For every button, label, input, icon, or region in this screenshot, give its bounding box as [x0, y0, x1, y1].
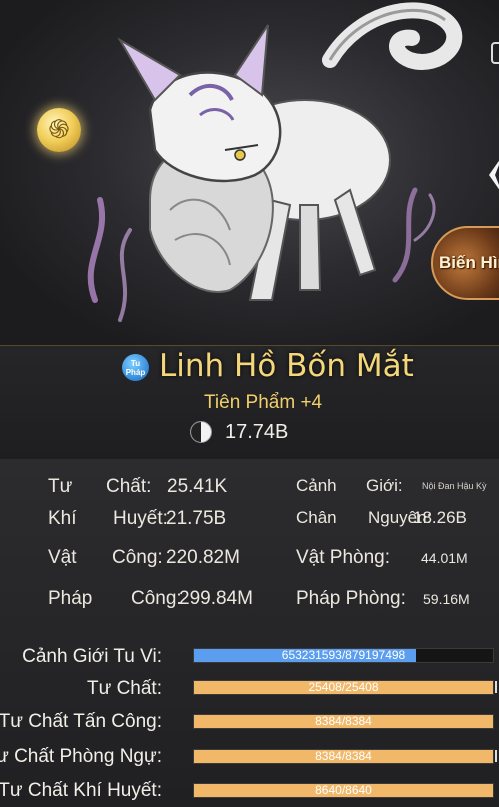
stat-khi-huyet-value: 21.75B [166, 508, 227, 529]
cultivation-type-badge: Tu Pháp [122, 354, 149, 381]
gold-coin-icon[interactable]: ֍ [37, 108, 81, 152]
stat-khi-huyet-label-b: Huyết: [113, 508, 168, 529]
stat-canh-gioi-value: Nội Đan Hậu Kỳ [422, 481, 487, 491]
stat-vat-cong-value: 220.82M [166, 547, 240, 568]
bar-label-cultivation: Cảnh Giới Tu Vi: [22, 646, 162, 667]
badge-line-1: Tu [130, 358, 141, 368]
progress-text: 8640/8640 [315, 783, 372, 797]
transform-button-label: Biến Hình [439, 253, 499, 272]
stat-tu-chat-label-b: Chất: [106, 476, 152, 497]
pet-grade: Tiên Phẩm +4 [204, 392, 323, 413]
bar-label-attack-aptitude: Tư Chất Tấn Công: [0, 711, 162, 732]
progress-bar-hp-aptitude: 8640/8640 [193, 783, 494, 798]
bar-end-cap [495, 681, 499, 693]
progress-text: 8384/8384 [315, 749, 372, 763]
stat-phap-cong-value: 299.84M [179, 588, 253, 609]
side-menu-icon[interactable] [491, 42, 499, 64]
yin-yang-icon [190, 421, 212, 443]
stat-vat-cong-label-a: Vật [48, 547, 77, 568]
stat-phap-cong-label-b: Công: [131, 588, 182, 609]
pet-name: Linh Hồ Bốn Mắt [159, 348, 414, 384]
stat-phap-cong-label-a: Pháp [48, 588, 93, 609]
stat-phap-phong-label: Pháp Phòng: [296, 588, 406, 609]
bar-end-cap [495, 750, 499, 762]
progress-text: 653231593/879197498 [281, 648, 406, 662]
bar-label-defense-aptitude: Tư Chất Phòng Ngự: [0, 746, 162, 767]
stat-tu-chat-value: 25.41K [167, 476, 228, 497]
stat-phap-phong-value: 59.16M [423, 591, 470, 607]
stat-canh-gioi-label-a: Cảnh [296, 476, 337, 495]
combat-power: 17.74B [225, 421, 289, 443]
stat-chan-nguyen-value: 18.26B [413, 508, 467, 527]
transform-button[interactable]: Biến Hình [431, 226, 499, 300]
bar-label-aptitude: Tư Chất: [86, 678, 162, 699]
progress-text: 8384/8384 [315, 714, 372, 728]
badge-line-2: Pháp [125, 367, 146, 377]
bar-label-hp-aptitude: Tư Chất Khí Huyết: [0, 780, 162, 801]
progress-bar-defense-aptitude: 8384/8384 [193, 749, 494, 764]
progress-bar-cultivation: 653231593/879197498 [193, 648, 494, 663]
stat-vat-cong-label-b: Công: [112, 547, 163, 568]
stat-canh-gioi-label-b: Giới: [366, 476, 403, 495]
stat-vat-phong-label: Vật Phòng: [296, 547, 391, 568]
stat-khi-huyet-label-a: Khí [48, 508, 77, 529]
sparkle-icon [489, 160, 499, 190]
progress-bar-attack-aptitude: 8384/8384 [193, 714, 494, 729]
stat-vat-phong-value: 44.01M [421, 550, 468, 566]
stat-tu-chat-label-a: Tư [48, 476, 73, 497]
fox-beast-illustration [87, 2, 463, 322]
progress-bar-aptitude: 25408/25408 [193, 680, 494, 695]
stat-chan-nguyen-label-a: Chân [296, 508, 337, 527]
pet-artwork: ֍ Biến Hình [0, 0, 499, 345]
progress-text: 25408/25408 [308, 680, 379, 694]
